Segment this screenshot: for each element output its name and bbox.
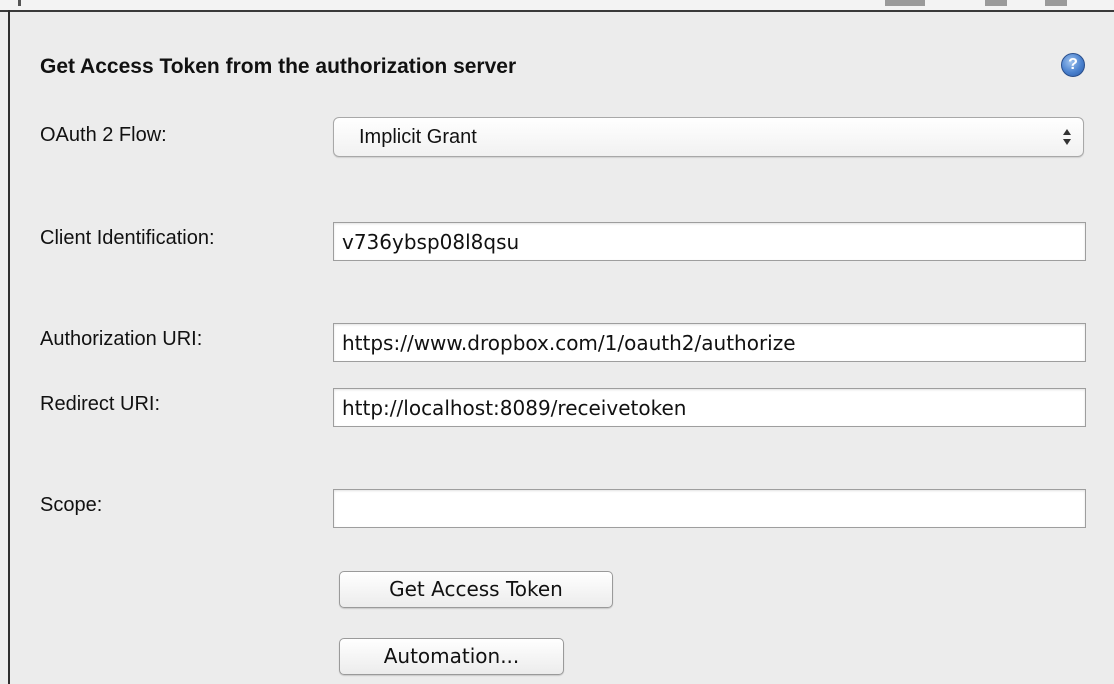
oauth2-token-panel: Get Access Token from the authorization … — [0, 0, 1114, 684]
get-access-token-button[interactable]: Get Access Token — [339, 571, 613, 608]
authorization-uri-label: Authorization URI: — [40, 328, 203, 350]
scope-label: Scope: — [40, 494, 103, 516]
window-top-edge — [0, 0, 1114, 12]
scope-field[interactable] — [333, 489, 1086, 528]
authorization-uri-field[interactable] — [333, 323, 1086, 362]
oauth-flow-label: OAuth 2 Flow: — [40, 124, 167, 146]
oauth-flow-selected-value: Implicit Grant — [359, 126, 477, 148]
panel-title: Get Access Token from the authorization … — [40, 55, 517, 78]
up-down-arrows-icon — [1063, 129, 1071, 145]
oauth-flow-select[interactable]: Implicit Grant — [333, 117, 1084, 157]
automation-button[interactable]: Automation... — [339, 638, 564, 675]
help-icon[interactable]: ? — [1061, 53, 1085, 77]
panel-left-border — [8, 10, 10, 684]
redirect-uri-label: Redirect URI: — [40, 393, 161, 415]
client-identification-field[interactable] — [333, 222, 1086, 261]
client-identification-label: Client Identification: — [40, 227, 215, 249]
redirect-uri-field[interactable] — [333, 388, 1086, 427]
